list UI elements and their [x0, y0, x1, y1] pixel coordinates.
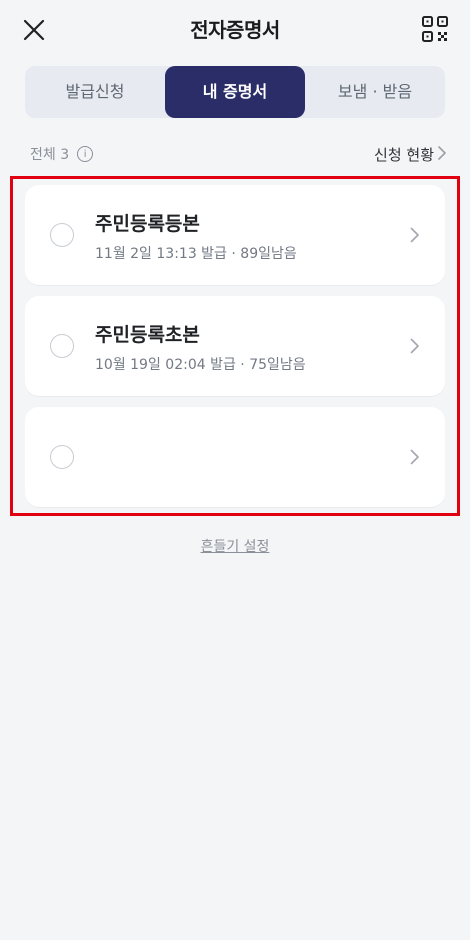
chevron-right-icon[interactable]: [438, 146, 446, 160]
page-title: 전자증명서: [190, 18, 280, 42]
chevron-right-icon: [410, 449, 419, 465]
document-subtitle: 10월 19일 02:04 발급 · 75일남음: [95, 357, 306, 373]
tab-issue-request[interactable]: 발급신청: [25, 66, 165, 118]
info-icon[interactable]: i: [77, 146, 94, 162]
chevron-right-icon: [410, 227, 419, 243]
document-card[interactable]: 주민등록등본 11월 2일 13:13 발급 · 89일남음: [25, 185, 445, 285]
app-header: 전자증명서: [0, 0, 470, 60]
document-title: 주민등록초본: [95, 324, 200, 346]
shake-settings-link[interactable]: 흔들기 설정: [0, 536, 470, 556]
qr-code-icon[interactable]: [422, 16, 448, 42]
tab-my-certificates[interactable]: 내 증명서: [165, 66, 305, 118]
select-radio[interactable]: [50, 445, 74, 469]
summary-row: 전체 3 i: [30, 144, 94, 164]
select-radio[interactable]: [50, 223, 74, 247]
tab-sent-received[interactable]: 보냄 · 받음: [305, 66, 445, 118]
chevron-right-icon: [410, 338, 419, 354]
tab-bar: 발급신청 내 증명서 보냄 · 받음: [25, 66, 445, 118]
select-radio[interactable]: [50, 334, 74, 358]
document-card[interactable]: [25, 407, 445, 507]
total-count-label: 전체 3: [30, 147, 70, 163]
document-card[interactable]: 주민등록초본 10월 19일 02:04 발급 · 75일남음: [25, 296, 445, 396]
request-status-link[interactable]: 신청 현황: [374, 144, 434, 165]
document-subtitle: 11월 2일 13:13 발급 · 89일남음: [95, 246, 297, 262]
document-title: 주민등록등본: [95, 213, 200, 235]
